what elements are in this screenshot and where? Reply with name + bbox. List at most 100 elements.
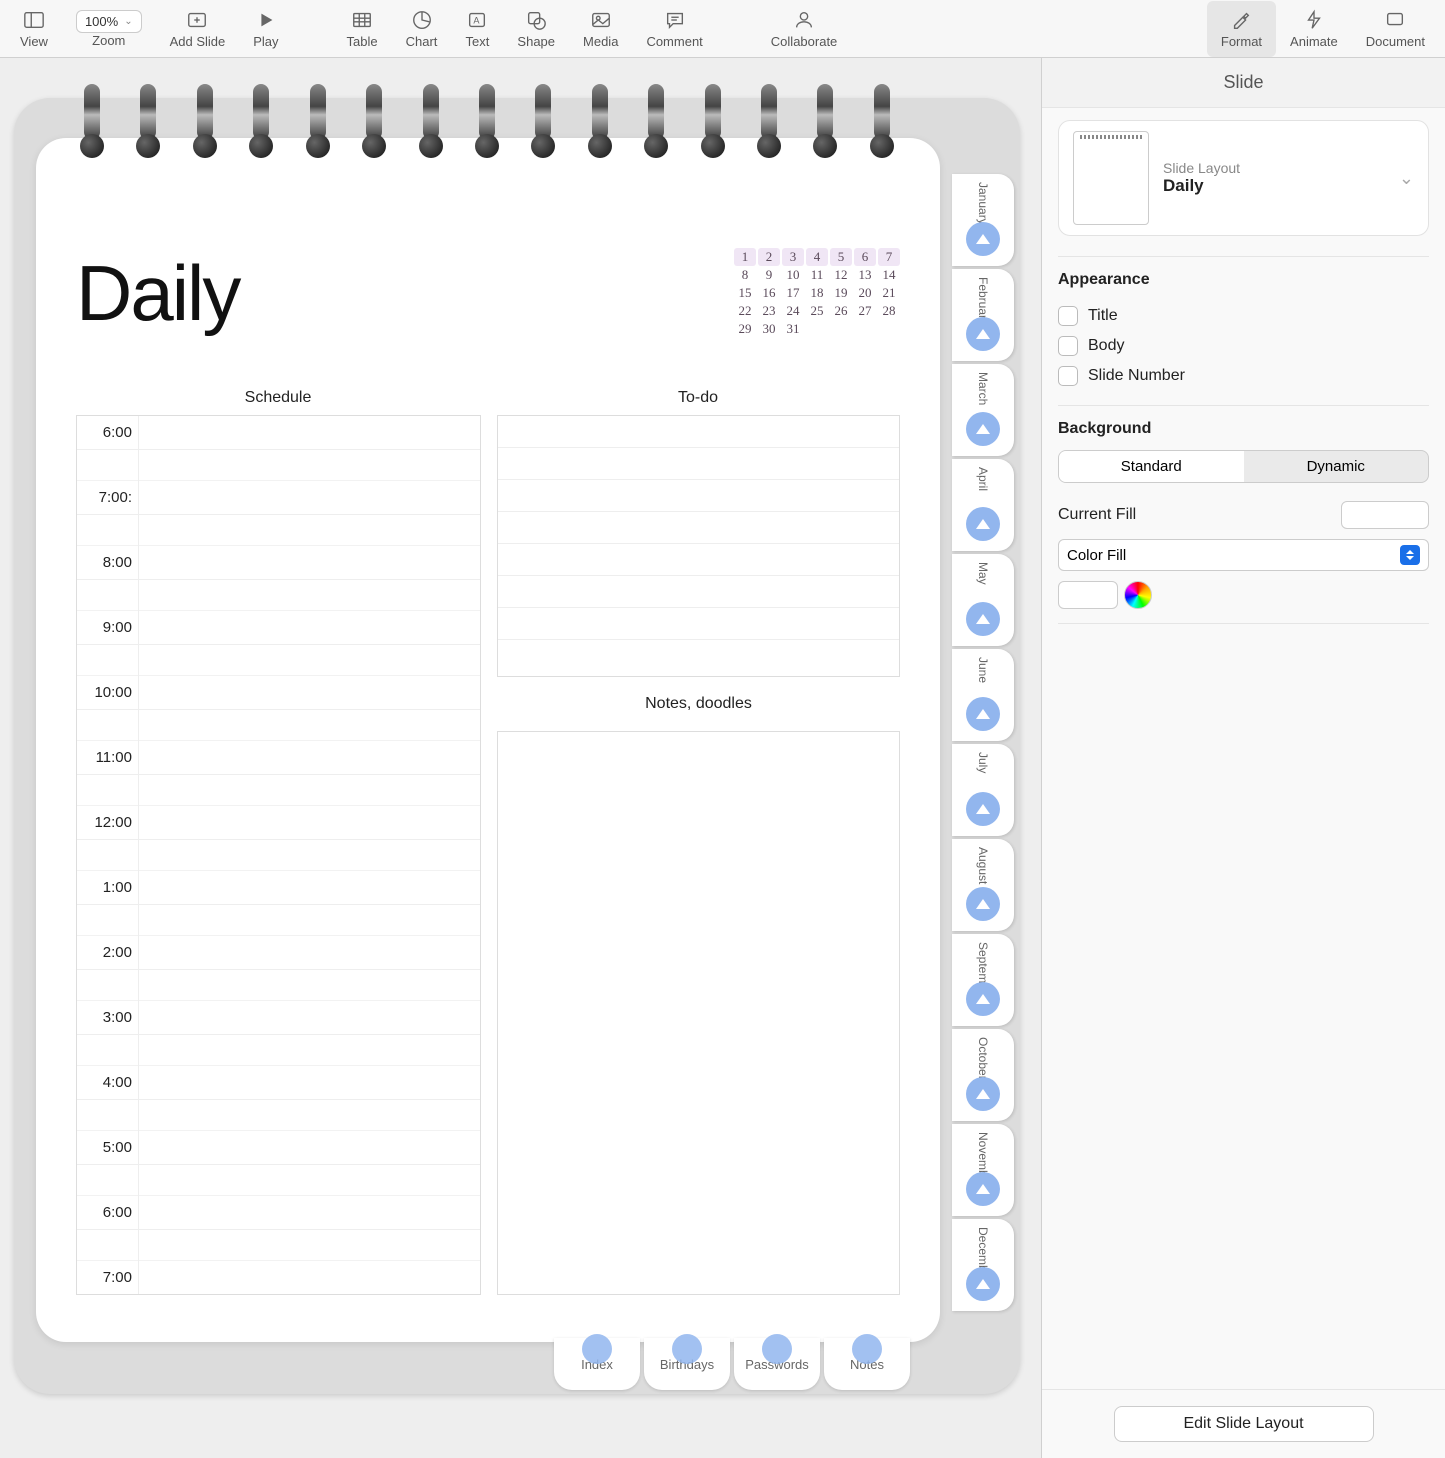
table-button[interactable]: Table — [333, 1, 392, 57]
notes-box[interactable] — [497, 731, 900, 1295]
calendar-day[interactable]: 19 — [830, 284, 852, 302]
todo-row[interactable] — [498, 416, 899, 448]
text-button[interactable]: A Text — [451, 1, 503, 57]
schedule-row[interactable]: 6:00 — [77, 1196, 480, 1230]
todo-row[interactable] — [498, 640, 899, 672]
month-tab-june[interactable]: June — [952, 649, 1014, 741]
calendar-day[interactable]: 23 — [758, 302, 780, 320]
todo-row[interactable] — [498, 544, 899, 576]
calendar-day[interactable]: 28 — [878, 302, 900, 320]
month-tab-november[interactable]: November — [952, 1124, 1014, 1216]
chart-button[interactable]: Chart — [392, 1, 452, 57]
calendar-day[interactable]: 13 — [854, 266, 876, 284]
calendar-day[interactable]: 21 — [878, 284, 900, 302]
month-tab-july[interactable]: July — [952, 744, 1014, 836]
schedule-row[interactable]: 5:00 — [77, 1131, 480, 1165]
canvas-area[interactable]: Daily 1234567891011121314151617181920212… — [0, 58, 1041, 1458]
shape-button[interactable]: Shape — [503, 1, 569, 57]
calendar-day[interactable]: 10 — [782, 266, 804, 284]
calendar-day[interactable]: 31 — [782, 320, 804, 338]
comment-button[interactable]: Comment — [632, 1, 716, 57]
collaborate-button[interactable]: Collaborate — [757, 1, 852, 57]
month-tab-march[interactable]: March — [952, 364, 1014, 456]
schedule-row[interactable]: 7:00: — [77, 481, 480, 515]
title-checkbox-row[interactable]: Title — [1058, 301, 1429, 331]
bottom-tab-birthdays[interactable]: Birthdays — [644, 1338, 730, 1390]
calendar-day[interactable]: 15 — [734, 284, 756, 302]
segment-standard[interactable]: Standard — [1059, 451, 1244, 482]
month-tab-february[interactable]: February — [952, 269, 1014, 361]
calendar-day[interactable]: 22 — [734, 302, 756, 320]
calendar-day[interactable]: 9 — [758, 266, 780, 284]
color-swatch[interactable] — [1058, 581, 1118, 609]
calendar-day[interactable]: 6 — [854, 248, 876, 266]
schedule-row[interactable]: 2:00 — [77, 936, 480, 970]
body-checkbox-row[interactable]: Body — [1058, 331, 1429, 361]
todo-row[interactable] — [498, 448, 899, 480]
calendar-day[interactable]: 7 — [878, 248, 900, 266]
month-tab-april[interactable]: April — [952, 459, 1014, 551]
schedule-row[interactable]: 8:00 — [77, 546, 480, 580]
calendar-day[interactable]: 4 — [806, 248, 828, 266]
format-button[interactable]: Format — [1207, 1, 1276, 57]
calendar-day[interactable] — [830, 320, 852, 338]
calendar-day[interactable]: 5 — [830, 248, 852, 266]
segment-dynamic[interactable]: Dynamic — [1244, 451, 1429, 482]
calendar-day[interactable]: 29 — [734, 320, 756, 338]
month-tab-december[interactable]: December — [952, 1219, 1014, 1311]
calendar-day[interactable]: 16 — [758, 284, 780, 302]
add-slide-button[interactable]: Add Slide — [156, 1, 240, 57]
schedule-row[interactable]: 11:00 — [77, 741, 480, 775]
mini-calendar[interactable]: 1234567891011121314151617181920212223242… — [734, 248, 900, 338]
slide-layout-card[interactable]: Slide Layout Daily ⌄ — [1058, 120, 1429, 236]
schedule-row[interactable]: 1:00 — [77, 871, 480, 905]
month-tab-august[interactable]: August — [952, 839, 1014, 931]
calendar-day[interactable]: 3 — [782, 248, 804, 266]
schedule-row[interactable]: 7:00 — [77, 1261, 480, 1294]
schedule-row[interactable]: 4:00 — [77, 1066, 480, 1100]
month-tab-september[interactable]: September — [952, 934, 1014, 1026]
todo-row[interactable] — [498, 480, 899, 512]
calendar-day[interactable]: 11 — [806, 266, 828, 284]
calendar-day[interactable]: 1 — [734, 248, 756, 266]
schedule-row[interactable]: 9:00 — [77, 611, 480, 645]
checkbox-icon[interactable] — [1058, 336, 1078, 356]
calendar-day[interactable]: 26 — [830, 302, 852, 320]
month-tab-october[interactable]: October — [952, 1029, 1014, 1121]
calendar-day[interactable]: 8 — [734, 266, 756, 284]
bottom-tab-index[interactable]: Index — [554, 1338, 640, 1390]
calendar-day[interactable]: 24 — [782, 302, 804, 320]
slide-number-checkbox-row[interactable]: Slide Number — [1058, 361, 1429, 391]
play-button[interactable]: Play — [239, 1, 292, 57]
background-segmented[interactable]: Standard Dynamic — [1058, 450, 1429, 483]
todo-row[interactable] — [498, 576, 899, 608]
todo-box[interactable] — [497, 415, 900, 677]
schedule-row[interactable]: 6:00 — [77, 416, 480, 450]
month-tab-may[interactable]: May — [952, 554, 1014, 646]
schedule-table[interactable]: 6:007:00:8:009:0010:0011:0012:001:002:00… — [76, 415, 481, 1295]
slide[interactable]: Daily 1234567891011121314151617181920212… — [14, 98, 1020, 1394]
current-fill-swatch[interactable] — [1341, 501, 1429, 529]
checkbox-icon[interactable] — [1058, 306, 1078, 326]
zoom-box[interactable]: 100% ⌄ — [76, 10, 142, 33]
calendar-day[interactable]: 17 — [782, 284, 804, 302]
bottom-tab-notes[interactable]: Notes — [824, 1338, 910, 1390]
calendar-day[interactable]: 27 — [854, 302, 876, 320]
month-tab-january[interactable]: January — [952, 174, 1014, 266]
calendar-day[interactable] — [806, 320, 828, 338]
document-button[interactable]: Document — [1352, 1, 1439, 57]
color-wheel-icon[interactable] — [1124, 581, 1152, 609]
schedule-row[interactable]: 3:00 — [77, 1001, 480, 1035]
calendar-day[interactable]: 14 — [878, 266, 900, 284]
calendar-day[interactable] — [854, 320, 876, 338]
calendar-day[interactable]: 30 — [758, 320, 780, 338]
edit-slide-layout-button[interactable]: Edit Slide Layout — [1114, 1406, 1374, 1442]
calendar-day[interactable]: 2 — [758, 248, 780, 266]
animate-button[interactable]: Animate — [1276, 1, 1352, 57]
fill-type-select[interactable]: Color Fill — [1058, 539, 1429, 571]
view-button[interactable]: View — [6, 1, 62, 57]
schedule-row[interactable]: 10:00 — [77, 676, 480, 710]
todo-row[interactable] — [498, 512, 899, 544]
calendar-day[interactable]: 20 — [854, 284, 876, 302]
media-button[interactable]: Media — [569, 1, 632, 57]
